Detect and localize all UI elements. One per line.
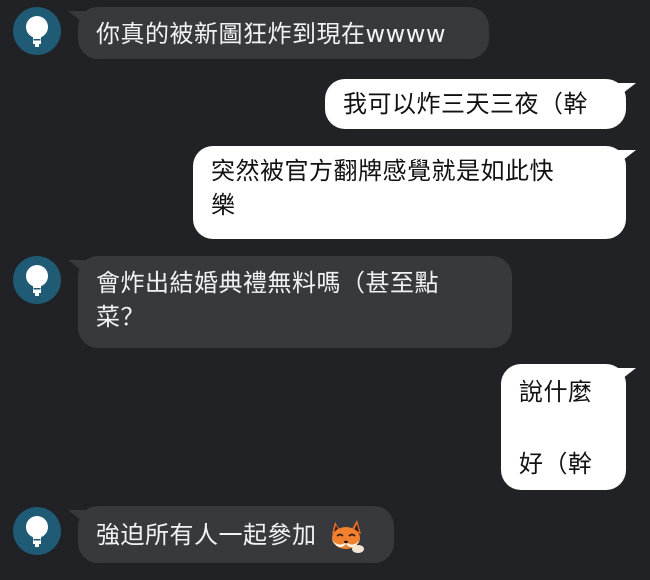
message-bubble-incoming[interactable]: 會炸出結婚典禮無料嗎（甚至點 菜？: [68, 256, 512, 348]
message-bubble-outgoing[interactable]: 我可以炸三天三夜（幹: [325, 79, 636, 129]
message-bubble-outgoing[interactable]: 突然被官方翻牌感覺就是如此快 樂: [193, 146, 636, 239]
lightbulb-icon: [26, 516, 48, 547]
message-text: 說什麼: [519, 378, 593, 406]
message-bubble-outgoing[interactable]: 說什麼 好（幹: [501, 364, 636, 490]
avatar[interactable]: [13, 507, 61, 555]
message-text: 你真的被新圖狂炸到現在wwww: [96, 20, 447, 48]
message-text: 我可以炸三天三夜（幹: [343, 90, 588, 118]
message-text: 強迫所有人一起參加: [96, 521, 317, 549]
message-text: 菜？: [96, 303, 145, 331]
message-bubble-incoming[interactable]: 強迫所有人一起參加: [68, 506, 394, 563]
lightbulb-icon: [26, 16, 48, 47]
fox-emoji-icon: [327, 518, 367, 554]
avatar[interactable]: [13, 7, 61, 55]
line-spacer: [519, 409, 608, 447]
message-text: 好（幹: [519, 450, 593, 478]
message-bubble-incoming[interactable]: 你真的被新圖狂炸到現在wwww: [68, 7, 489, 59]
message-text: 突然被官方翻牌感覺就是如此快: [211, 157, 554, 185]
avatar[interactable]: [13, 256, 61, 304]
lightbulb-icon: [26, 265, 48, 296]
message-text: 樂: [211, 191, 236, 219]
message-text: 會炸出結婚典禮無料嗎（甚至點: [96, 269, 439, 297]
